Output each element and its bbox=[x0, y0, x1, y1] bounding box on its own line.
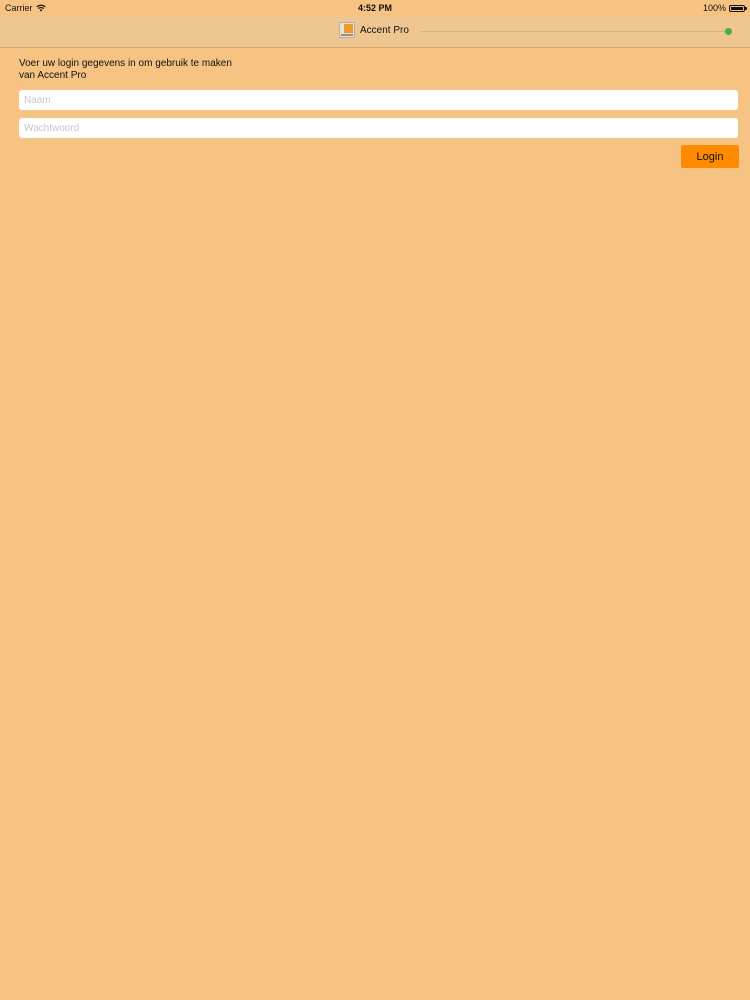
nav-title-group: Accent Pro bbox=[339, 22, 409, 38]
battery-cap bbox=[745, 7, 747, 10]
navigation-bar: Accent Pro bbox=[0, 16, 750, 48]
login-screen: Carrier 4:52 PM 100% Accent Pro Voer uw … bbox=[0, 0, 750, 1000]
login-button[interactable]: Login bbox=[681, 145, 739, 168]
password-input[interactable] bbox=[19, 118, 738, 138]
nav-divider-line bbox=[420, 31, 726, 32]
accent-pro-logo-icon bbox=[339, 22, 355, 38]
battery-percentage: 100% bbox=[702, 3, 726, 13]
status-bar: Carrier 4:52 PM 100% bbox=[0, 0, 750, 16]
connection-status-dot bbox=[725, 28, 732, 35]
status-right: 100% bbox=[702, 0, 747, 16]
name-input[interactable] bbox=[19, 90, 738, 110]
status-time: 4:52 PM bbox=[357, 3, 392, 13]
battery-fill bbox=[731, 6, 743, 10]
battery-icon bbox=[729, 4, 747, 12]
nav-title: Accent Pro bbox=[360, 24, 409, 36]
login-instructions: Voer uw login gegevens in om gebruik te … bbox=[19, 58, 232, 81]
